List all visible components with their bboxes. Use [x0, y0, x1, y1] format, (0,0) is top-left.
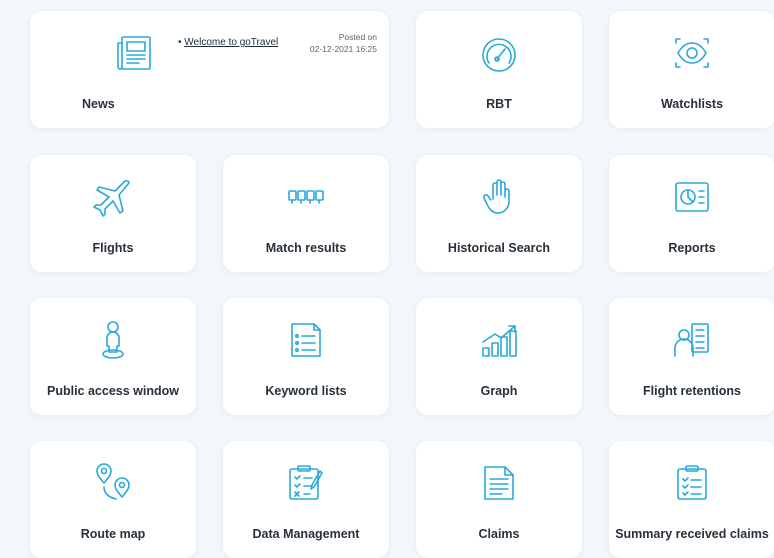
tile-label-reports: Reports — [668, 241, 716, 255]
tile-flights[interactable]: Flights — [30, 155, 196, 272]
tile-label-route-map: Route map — [80, 527, 146, 541]
news-posted-info: Posted on 02-12-2021 16:25 — [310, 31, 377, 55]
tile-label-flights: Flights — [92, 241, 134, 255]
retention-icon — [668, 316, 716, 364]
claims-document-icon — [475, 459, 523, 507]
tile-rbt[interactable]: RBT — [416, 11, 582, 128]
tile-label-watchlists: Watchlists — [660, 97, 724, 111]
tile-label-match-results: Match results — [265, 241, 347, 255]
list-document-icon — [282, 316, 330, 364]
tile-label-claims: Claims — [478, 527, 520, 541]
news-posted-label: Posted on — [338, 32, 377, 42]
tile-reports[interactable]: Reports — [609, 155, 774, 272]
tile-label-graph: Graph — [480, 384, 518, 398]
clipboard-summary-icon — [668, 459, 716, 507]
tile-summary-received-claims[interactable]: Summary received claims — [609, 441, 774, 558]
tile-label-public-access-window: Public access window — [47, 384, 179, 398]
eye-scan-icon — [668, 29, 716, 77]
tile-flight-retentions[interactable]: Flight retentions — [609, 298, 774, 415]
tile-label-summary-received-claims: Summary received claims — [615, 527, 769, 541]
tile-historical-search[interactable]: Historical Search — [416, 155, 582, 272]
tile-route-map[interactable]: Route map — [30, 441, 196, 558]
person-location-icon — [89, 316, 137, 364]
news-bullet: • — [178, 37, 182, 48]
tile-claims[interactable]: Claims — [416, 441, 582, 558]
tile-graph[interactable]: Graph — [416, 298, 582, 415]
report-chart-icon — [668, 173, 716, 221]
tile-label-data-management: Data Management — [252, 527, 360, 541]
news-item-link[interactable]: Welcome to goTravel — [184, 37, 278, 48]
checklist-clipboard-icon — [282, 459, 330, 507]
tile-label-historical-search: Historical Search — [447, 241, 551, 255]
newspaper-icon — [110, 29, 158, 77]
tile-keyword-lists[interactable]: Keyword lists — [223, 298, 389, 415]
route-map-icon — [89, 459, 137, 507]
tile-label-news: News — [82, 97, 115, 111]
news-posted-date: 02-12-2021 16:25 — [309, 44, 377, 54]
tile-label-keyword-lists: Keyword lists — [265, 384, 347, 398]
hand-icon — [475, 173, 523, 221]
tile-label-rbt: RBT — [486, 97, 512, 111]
tile-data-management[interactable]: Data Management — [223, 441, 389, 558]
tile-watchlists[interactable]: Watchlists — [609, 11, 774, 128]
tile-public-access-window[interactable]: Public access window — [30, 298, 196, 415]
news-item: • Welcome to goTravel — [178, 37, 278, 48]
speedometer-icon — [475, 29, 523, 77]
growth-graph-icon — [475, 316, 523, 364]
tile-news[interactable]: • Welcome to goTravel Posted on 02-12-20… — [30, 11, 389, 128]
match-results-icon — [282, 173, 330, 221]
tile-label-flight-retentions: Flight retentions — [643, 384, 741, 398]
airplane-icon — [89, 173, 137, 221]
tile-match-results[interactable]: Match results — [223, 155, 389, 272]
